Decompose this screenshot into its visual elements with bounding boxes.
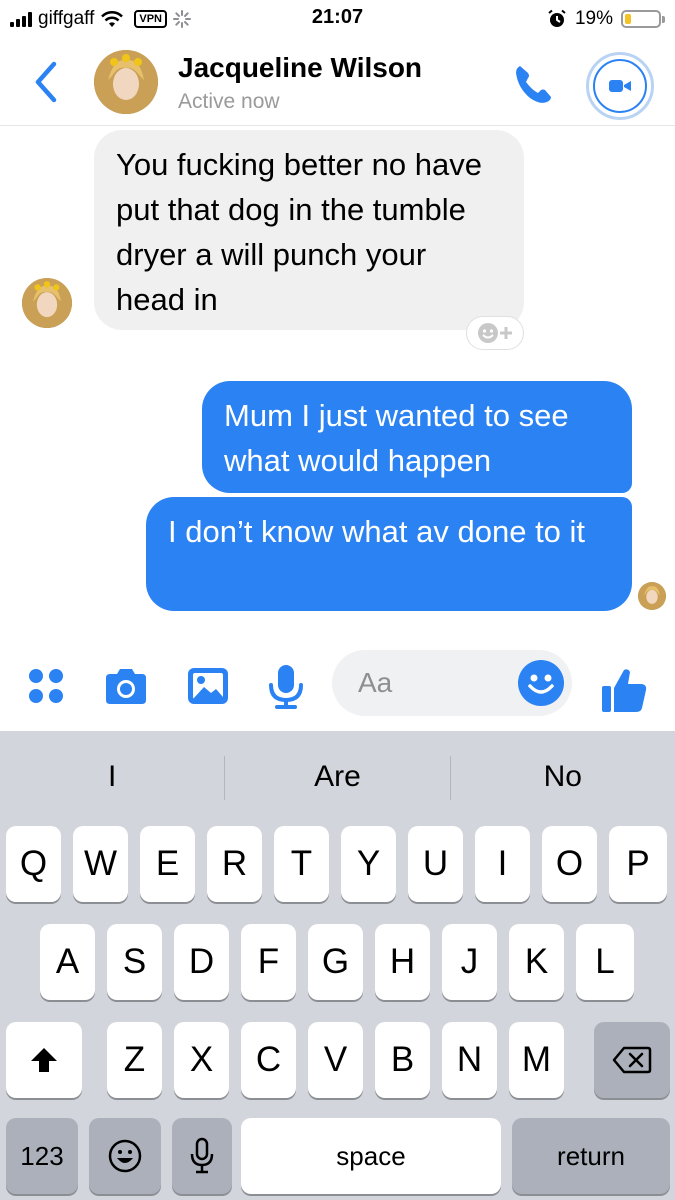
keyboard: I Are No Q W E R T Y U I O P A S D F G H… <box>0 731 675 1200</box>
outgoing-message-bubble[interactable]: Mum I just wanted to see what would happ… <box>202 381 632 493</box>
key-d[interactable]: D <box>174 924 229 1000</box>
key-b[interactable]: B <box>375 1022 430 1098</box>
alarm-icon <box>548 9 566 27</box>
gallery-button[interactable] <box>184 662 232 710</box>
message-input-field[interactable] <box>332 650 572 716</box>
key-k[interactable]: K <box>509 924 564 1000</box>
back-button[interactable] <box>30 60 64 104</box>
suggestion-item[interactable]: I <box>0 731 224 823</box>
key-h[interactable]: H <box>375 924 430 1000</box>
conversation-header: Jacqueline Wilson Active now <box>0 40 675 126</box>
outgoing-message-bubble[interactable]: I don’t know what av done to it <box>146 497 632 611</box>
shift-key[interactable] <box>6 1022 82 1098</box>
key-p[interactable]: P <box>609 826 667 902</box>
voice-message-button[interactable] <box>262 662 310 710</box>
emoji-keyboard-key[interactable] <box>89 1118 161 1194</box>
predictive-bar: I Are No <box>0 731 675 823</box>
active-status: Active now <box>178 90 280 113</box>
battery-icon <box>621 10 665 28</box>
status-right: 19% <box>547 6 665 32</box>
shift-arrow-icon <box>31 1048 57 1072</box>
avatar-image <box>22 278 72 328</box>
message-composer <box>0 640 675 730</box>
emoji-icon <box>528 674 554 694</box>
numbers-key[interactable]: 123 <box>6 1118 78 1194</box>
avatar-image <box>94 50 158 114</box>
microphone-icon <box>190 1137 214 1174</box>
key-x[interactable]: X <box>174 1022 229 1098</box>
camera-button[interactable] <box>102 662 150 710</box>
apps-button[interactable] <box>22 662 70 710</box>
dictation-key[interactable] <box>172 1118 232 1194</box>
like-button[interactable] <box>598 664 650 716</box>
sender-avatar[interactable] <box>22 278 72 328</box>
key-v[interactable]: V <box>308 1022 363 1098</box>
return-key[interactable]: return <box>512 1118 670 1194</box>
key-m[interactable]: M <box>509 1022 564 1098</box>
avatar-image <box>638 582 666 610</box>
key-q[interactable]: Q <box>6 826 61 902</box>
key-z[interactable]: Z <box>107 1022 162 1098</box>
thumbs-up-icon <box>602 669 647 712</box>
key-j[interactable]: J <box>442 924 497 1000</box>
apps-grid-icon <box>29 669 63 703</box>
image-icon <box>188 668 228 704</box>
space-key[interactable]: space <box>241 1118 501 1194</box>
video-call-button[interactable] <box>586 52 654 120</box>
message-input[interactable] <box>358 664 508 702</box>
backspace-icon <box>612 1046 652 1074</box>
key-o[interactable]: O <box>542 826 597 902</box>
key-e[interactable]: E <box>140 826 195 902</box>
contact-name[interactable]: Jacqueline Wilson <box>178 52 422 84</box>
key-s[interactable]: S <box>107 924 162 1000</box>
seen-indicator-avatar <box>638 582 666 610</box>
contact-avatar[interactable] <box>94 50 158 114</box>
battery-fill <box>625 14 632 24</box>
suggestion-item[interactable]: Are <box>225 731 449 823</box>
phone-icon <box>516 66 551 103</box>
add-reaction-icon <box>478 323 512 343</box>
camera-icon <box>106 669 146 704</box>
call-button[interactable] <box>510 60 558 108</box>
key-c[interactable]: C <box>241 1022 296 1098</box>
suggestion-item[interactable]: No <box>451 731 675 823</box>
video-call-ring <box>593 59 647 113</box>
battery-percent: 19% <box>574 8 613 29</box>
key-w[interactable]: W <box>73 826 128 902</box>
delete-key[interactable] <box>594 1022 670 1098</box>
key-g[interactable]: G <box>308 924 363 1000</box>
key-n[interactable]: N <box>442 1022 497 1098</box>
add-reaction-button[interactable] <box>466 316 524 350</box>
key-a[interactable]: A <box>40 924 95 1000</box>
emoji-face-icon <box>108 1139 142 1173</box>
key-u[interactable]: U <box>408 826 463 902</box>
emoji-button[interactable] <box>518 660 564 706</box>
microphone-icon <box>269 665 303 709</box>
video-camera-icon <box>609 80 631 92</box>
key-r[interactable]: R <box>207 826 262 902</box>
status-bar: giffgaff VPN 21:07 19% <box>0 0 675 40</box>
incoming-message-bubble[interactable]: You fucking better no have put that dog … <box>94 130 524 330</box>
key-t[interactable]: T <box>274 826 329 902</box>
key-y[interactable]: Y <box>341 826 396 902</box>
key-f[interactable]: F <box>241 924 296 1000</box>
back-chevron-icon <box>35 61 57 103</box>
key-i[interactable]: I <box>475 826 530 902</box>
key-l[interactable]: L <box>576 924 634 1000</box>
